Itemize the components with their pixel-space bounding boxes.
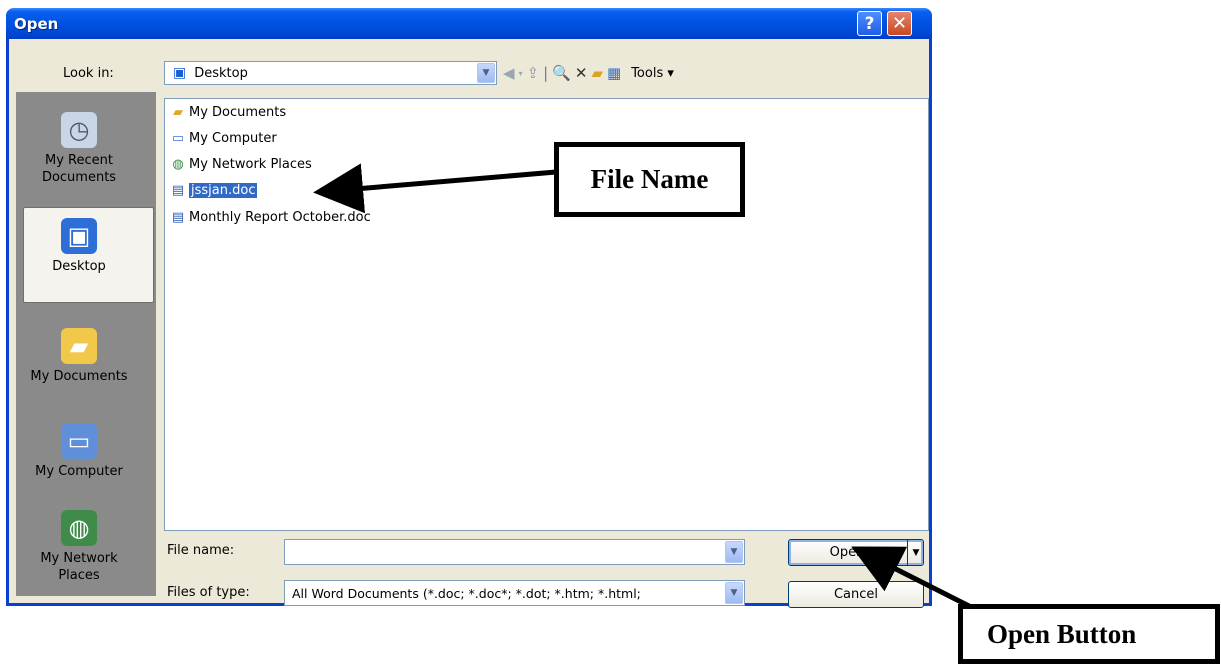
file-name-arrow bbox=[313, 163, 557, 214]
open-button-arrow bbox=[851, 546, 977, 612]
callout-text: Open Button bbox=[987, 618, 1137, 649]
open-button-callout: Open Button bbox=[958, 604, 1220, 664]
annotation-arrows bbox=[313, 163, 977, 612]
callout-text: File Name bbox=[590, 164, 709, 194]
file-name-callout: File Name bbox=[554, 142, 745, 217]
